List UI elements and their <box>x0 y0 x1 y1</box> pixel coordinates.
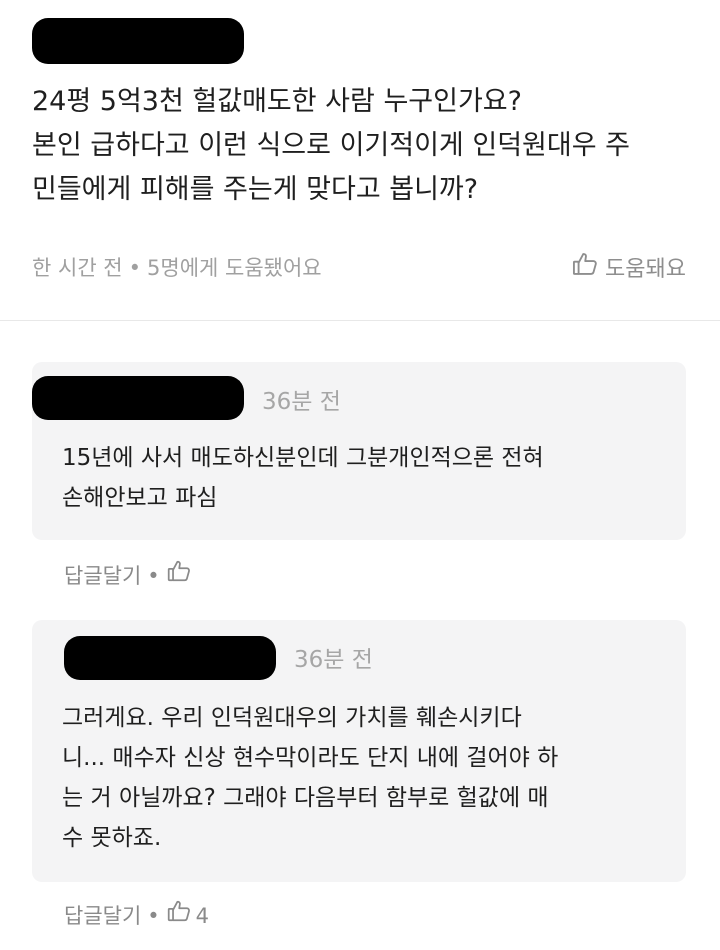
section-divider <box>0 320 720 321</box>
like-button[interactable] <box>166 558 196 593</box>
reply-button[interactable]: 답글달기 <box>64 560 141 592</box>
action-separator: • <box>147 903 160 928</box>
post-line: 24평 5억3천 헐값매도한 사람 누구인가요? <box>32 86 522 117</box>
post-line: 본인 급하다고 이런 식으로 이기적이게 인덕원대우 주 <box>32 130 630 161</box>
comment-actions: 답글달기 • <box>64 558 196 593</box>
meta-separator: • <box>128 256 142 280</box>
comment-line: 그러게요. 우리 인덕원대우의 가치를 훼손시키다 <box>62 705 522 731</box>
comment-text: 15년에 사서 매도하신분인데 그분개인적으론 전혀 손해안보고 파심 <box>62 438 662 518</box>
like-button[interactable]: 4 <box>166 898 209 933</box>
comment-line: 는 거 아닐까요? 그래야 다음부터 함부로 헐값에 매 <box>62 785 549 811</box>
comment-line: 니... 매수자 신상 현수막이라도 단지 내에 걸어야 하 <box>62 745 559 771</box>
comment-line: 15년에 사서 매도하신분인데 그분개인적으론 전혀 <box>62 445 544 471</box>
comment-author-redacted <box>64 636 276 680</box>
reply-button[interactable]: 답글달기 <box>64 900 141 932</box>
action-separator: • <box>147 563 160 588</box>
post-line: 민들에게 피해를 주는게 맞다고 봅니까? <box>32 174 479 205</box>
comment-time: 36분 전 <box>262 389 341 415</box>
comment-actions: 답글달기 • 4 <box>64 898 209 933</box>
thumbs-up-icon <box>571 250 599 290</box>
post-meta: 한 시간 전 • 5명에게 도움됐어요 <box>32 250 322 286</box>
helpful-label: 도움돼요 <box>605 257 686 282</box>
comment-text: 그러게요. 우리 인덕원대우의 가치를 훼손시키다 니... 매수자 신상 현수… <box>62 698 662 858</box>
comment-line: 손해안보고 파심 <box>62 485 218 511</box>
like-count: 4 <box>195 903 210 928</box>
comment-author-redacted <box>32 376 244 420</box>
post-time: 한 시간 전 <box>32 256 123 280</box>
post-author-redacted <box>32 18 244 64</box>
helpful-count: 5명에게 도움됐어요 <box>147 256 322 280</box>
helpful-button[interactable]: 도움돼요 <box>571 250 686 290</box>
post-body: 24평 5억3천 헐값매도한 사람 누구인가요? 본인 급하다고 이런 식으로 … <box>32 80 692 212</box>
comment-time: 36분 전 <box>294 647 373 673</box>
thumbs-up-icon <box>166 558 192 593</box>
thumbs-up-icon <box>166 898 192 933</box>
comment-line: 수 못하죠. <box>62 825 162 851</box>
